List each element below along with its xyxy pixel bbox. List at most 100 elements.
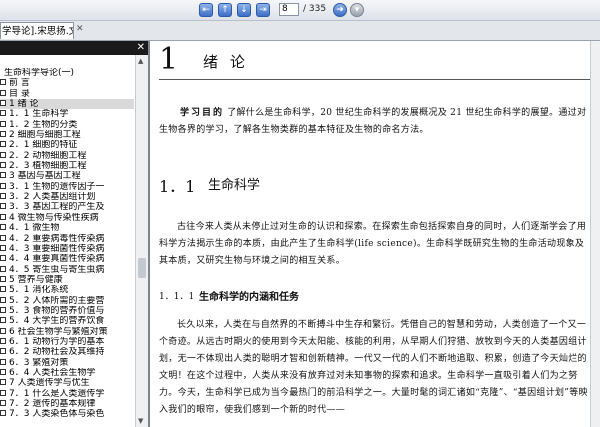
prev-page-icon[interactable]: ↑	[218, 3, 232, 17]
sidebar-close-icon[interactable]: ✕	[137, 41, 145, 55]
sidebar-item-label: 4．5 寄生虫与寄生虫病	[9, 264, 105, 275]
sidebar-item[interactable]: 1．1 生命科学	[0, 109, 134, 119]
sidebar-item-label: 前 言	[9, 78, 30, 89]
section-number: 1．1	[159, 177, 196, 196]
sidebar-item[interactable]: 2．1 细胞的特征	[0, 140, 134, 150]
learning-goal: 学习目的 了解什么是生命科学，20 世纪生命科学的发展概况及 21 世纪生命科学…	[159, 105, 589, 139]
sidebar-item[interactable]: 7 人类遗传学与优生	[0, 378, 134, 388]
bookmark-icon	[0, 141, 6, 148]
document-scrollbar[interactable]	[590, 41, 600, 427]
first-page-icon[interactable]: ⇤	[199, 3, 213, 17]
sidebar-item[interactable]: 生命科学导论(一)	[0, 68, 134, 78]
sidebar-item[interactable]: 5 营养与健康	[0, 275, 134, 285]
section-paragraph: 古往今来人类从未停止过对生命的认识和探索。在探索生命包括探索自身的同时，人们逐渐…	[159, 222, 587, 266]
sidebar-item[interactable]: 2 细胞与细胞工程	[0, 130, 134, 140]
sidebar-item[interactable]: 6．3 繁殖对策	[0, 358, 134, 368]
bookmark-icon	[0, 203, 6, 210]
sidebar-item-label: 3 基因与基因工程	[9, 171, 81, 182]
sidebar-item[interactable]: 3．2 人类基因组计划	[0, 192, 134, 202]
sidebar-item[interactable]: 4．4 重要真菌性传染病	[0, 254, 134, 264]
sidebar-item[interactable]: 6．2 动物社会及其维持	[0, 347, 134, 357]
bookmark-icon	[0, 244, 6, 251]
sidebar-item[interactable]: 6．4 人类社会生物学	[0, 368, 134, 378]
sidebar-item[interactable]: 3．3 基因工程的产生及	[0, 202, 134, 212]
sidebar-item[interactable]: 7．1 什么是人类遗传学	[0, 389, 134, 399]
sidebar-item-label: 5 营养与健康	[9, 274, 63, 285]
sidebar-item[interactable]: 4 微生物与传染性疾病	[0, 213, 134, 223]
sidebar-item-label: 3．2 人类基因组计划	[9, 192, 96, 203]
bookmark-icon	[0, 410, 6, 417]
sidebar-item[interactable]: 7．2 遗传的基本规律	[0, 399, 134, 409]
bookmark-icon	[0, 172, 6, 179]
close-tab-icon[interactable]: ✕	[76, 24, 84, 34]
scroll-thumb[interactable]	[138, 258, 146, 278]
sidebar-item-label: 1．1 生命科学	[9, 109, 69, 120]
sidebar-item-label: 2 细胞与细胞工程	[9, 130, 81, 141]
sidebar-item[interactable]: 1 绪 论	[0, 99, 134, 110]
bookmark-icon	[0, 224, 6, 231]
sidebar-item[interactable]: 6．1 动物行为学的基本	[0, 337, 134, 347]
sidebar-item[interactable]: 5．2 人体所需的主要营	[0, 296, 134, 306]
go-icon[interactable]: ➜	[333, 3, 347, 17]
document-page: 1 绪论 学习目的 了解什么是生命科学，20 世纪生命科学的发展概况及 21 世…	[150, 41, 590, 427]
document-tab[interactable]: 学导论].宋思扬.文...	[0, 22, 74, 39]
sidebar-item[interactable]: 7．3 人类染色体与染色	[0, 409, 134, 419]
bookmark-icon	[0, 317, 6, 324]
sidebar-scrollbar[interactable]: ▲ ▼	[135, 55, 148, 427]
dropdown-icon[interactable]: ▾	[350, 3, 364, 17]
sidebar-item-label: 4．4 重要真菌性传染病	[9, 254, 105, 265]
sidebar-item-label: 7 人类遗传学与优生	[9, 378, 90, 389]
sidebar-item[interactable]: 4．2 重要病毒性传染病	[0, 234, 134, 244]
sidebar-item[interactable]: 5．4 大学生的营养饮食	[0, 316, 134, 326]
sidebar-item-label: 生命科学导论(一)	[4, 68, 75, 78]
chapter-title: 绪论	[203, 53, 258, 71]
sidebar-item[interactable]: 目 录	[0, 89, 134, 99]
sidebar-item-label: 6．2 动物社会及其维持	[9, 347, 105, 358]
sidebar-item[interactable]: 6 社会生物学与繁殖对策	[0, 327, 134, 337]
sidebar-item-label: 7．2 遗传的基本规律	[9, 399, 96, 409]
bookmark-icon	[0, 265, 6, 272]
bookmark-icon	[0, 79, 6, 86]
next-page-icon[interactable]: ↓	[237, 3, 251, 17]
sidebar-item-label: 1 绪 论	[9, 99, 39, 110]
page-number-input[interactable]	[279, 3, 299, 16]
last-page-icon[interactable]: ⇥	[256, 3, 270, 17]
section-title: 生命科学	[208, 178, 261, 193]
sidebar-item[interactable]: 3．1 生物的遗传因子一	[0, 182, 134, 192]
sidebar-item-label: 2．3 植物细胞工程	[9, 161, 87, 172]
sidebar-header: ✕	[0, 41, 148, 55]
sidebar-item-label: 7．3 人类染色体与染色	[9, 409, 105, 420]
sidebar-item[interactable]: 4．3 重要细菌性传染病	[0, 244, 134, 254]
bookmark-icon	[0, 286, 6, 293]
sidebar-item[interactable]: 2．3 植物细胞工程	[0, 161, 134, 171]
bookmark-icon	[0, 234, 6, 241]
sidebar-item[interactable]: 2．2 动物细胞工程	[0, 151, 134, 161]
sidebar-item-label: 3．3 基因工程的产生及	[9, 202, 105, 213]
bookmark-icon	[0, 400, 6, 406]
bookmark-icon	[0, 182, 6, 189]
bookmark-icon	[0, 151, 6, 158]
bookmark-icon	[0, 110, 6, 117]
sidebar-item-label: 6 社会生物学与繁殖对策	[9, 326, 108, 337]
tab-bar: 学导论].宋思扬.文... ✕	[0, 21, 600, 41]
sidebar-item[interactable]: 前 言	[0, 78, 134, 88]
scroll-down-icon[interactable]: ▼	[138, 417, 143, 425]
bookmark-icon	[0, 275, 6, 282]
sidebar-item[interactable]: 4．1 微生物	[0, 223, 134, 233]
sidebar-item[interactable]: 5．1 消化系统	[0, 285, 134, 295]
bookmark-icon	[0, 255, 6, 262]
subsection-title: 生命科学的内涵和任务	[199, 292, 299, 303]
bookmark-icon	[0, 89, 6, 96]
sidebar-item[interactable]: 1．2 生物的分类	[0, 120, 134, 130]
bookmark-list: 生命科学导论(一) 前 言目 录1 绪 论 1．1 生命科学 1．2 生物的分类 2 细…	[0, 68, 134, 420]
sidebar-item-label: 2．1 细胞的特征	[9, 140, 78, 151]
scroll-up-icon[interactable]: ▲	[138, 57, 143, 65]
bookmark-icon	[0, 368, 6, 375]
bookmark-icon	[0, 358, 6, 365]
sidebar-item[interactable]: 5．3 食物的营养价值与	[0, 306, 134, 316]
sidebar-item-label: 5．4 大学生的营养饮食	[9, 316, 105, 327]
sidebar-item[interactable]: 4．5 寄生虫与寄生虫病	[0, 265, 134, 275]
page-total: / 335	[303, 4, 327, 14]
sidebar-item[interactable]: 3 基因与基因工程	[0, 171, 134, 181]
bookmark-icon	[0, 213, 6, 220]
